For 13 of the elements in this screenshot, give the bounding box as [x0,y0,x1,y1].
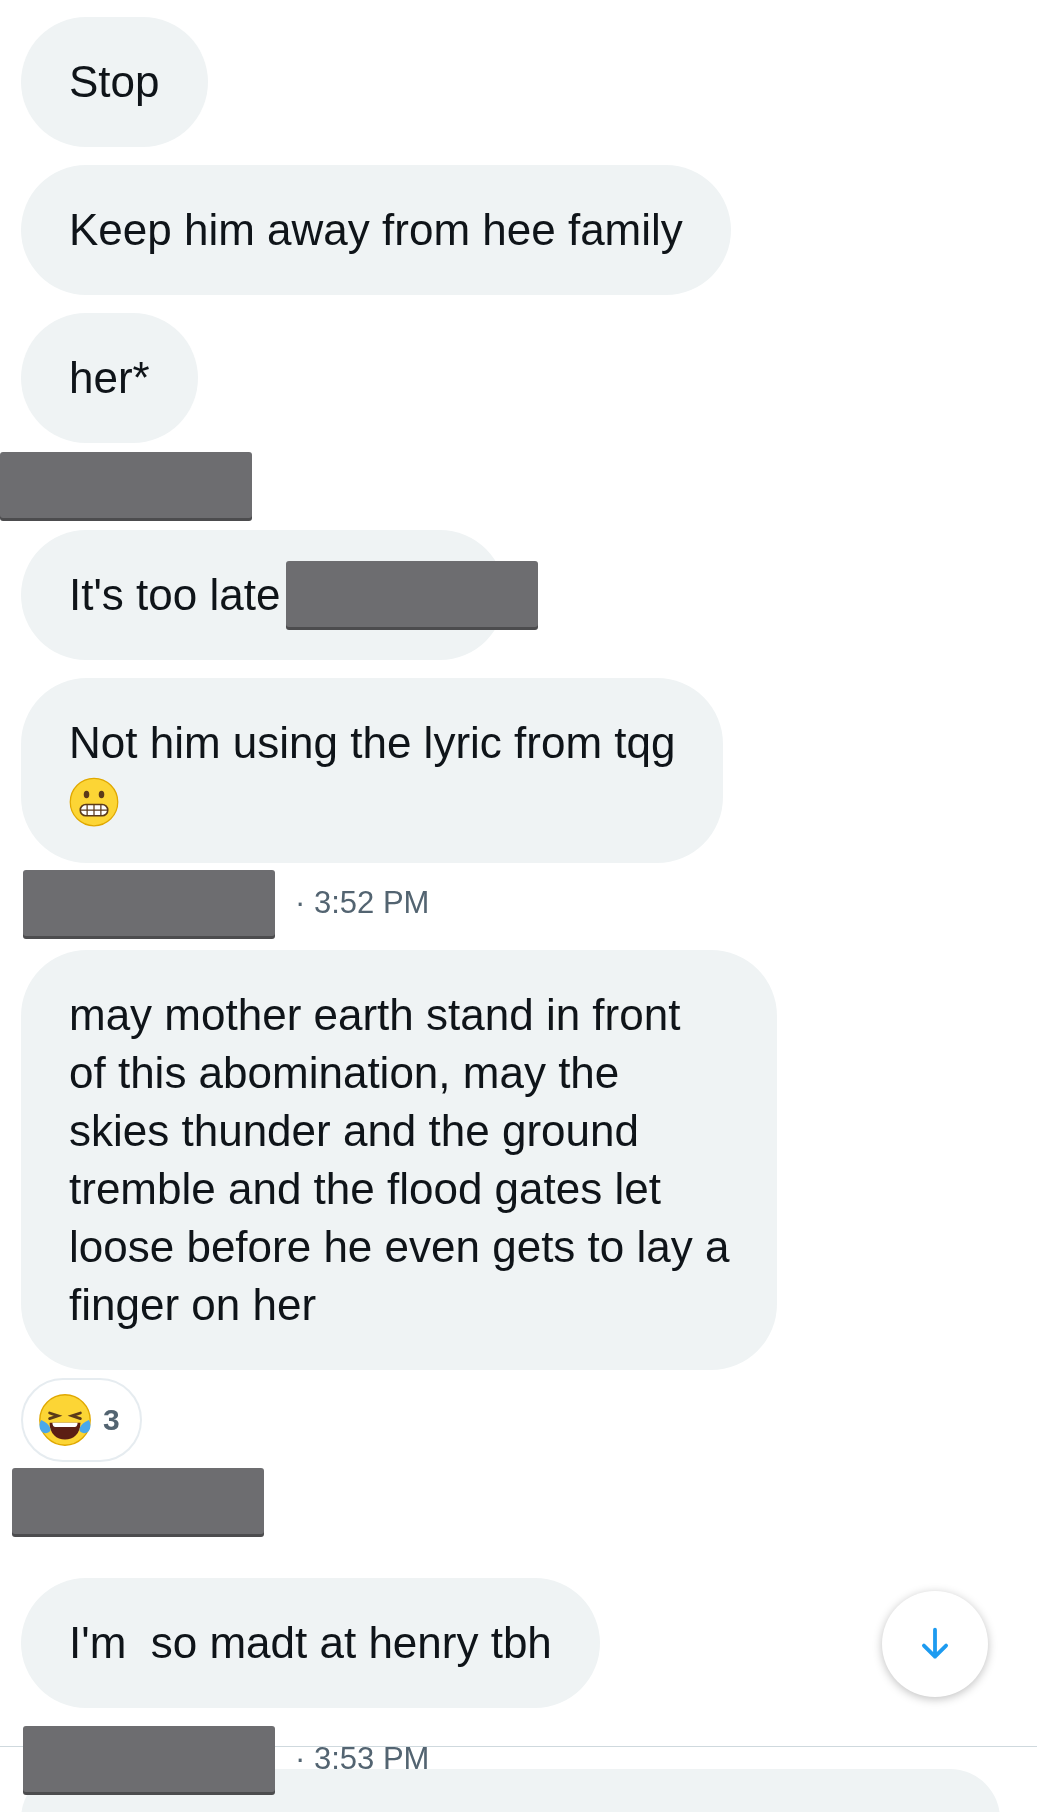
timestamp: · 3:52 PM [295,885,430,921]
message-text: Not him using the lyric from tqg [69,717,676,769]
message-text: It's too late [69,569,282,621]
message-text: may mother earth stand in front of this abomination, may the skies thunder and the ground tremble and the flood gates let loose before he even gets to lay a finger on her [69,989,730,1331]
message-text: her* [69,352,150,404]
message-text: I'm so madt at henry tbh [69,1617,552,1669]
grimace-emoji-icon [69,777,119,827]
scroll-down-button[interactable] [882,1591,988,1697]
laughing-emoji-icon [37,1392,93,1448]
message-text: Stop [69,56,160,108]
timestamp: · 3:53 PM [295,1741,430,1777]
message-text: Keep him away from hee family [69,204,683,256]
reaction-pill[interactable]: 3 [21,1378,142,1462]
